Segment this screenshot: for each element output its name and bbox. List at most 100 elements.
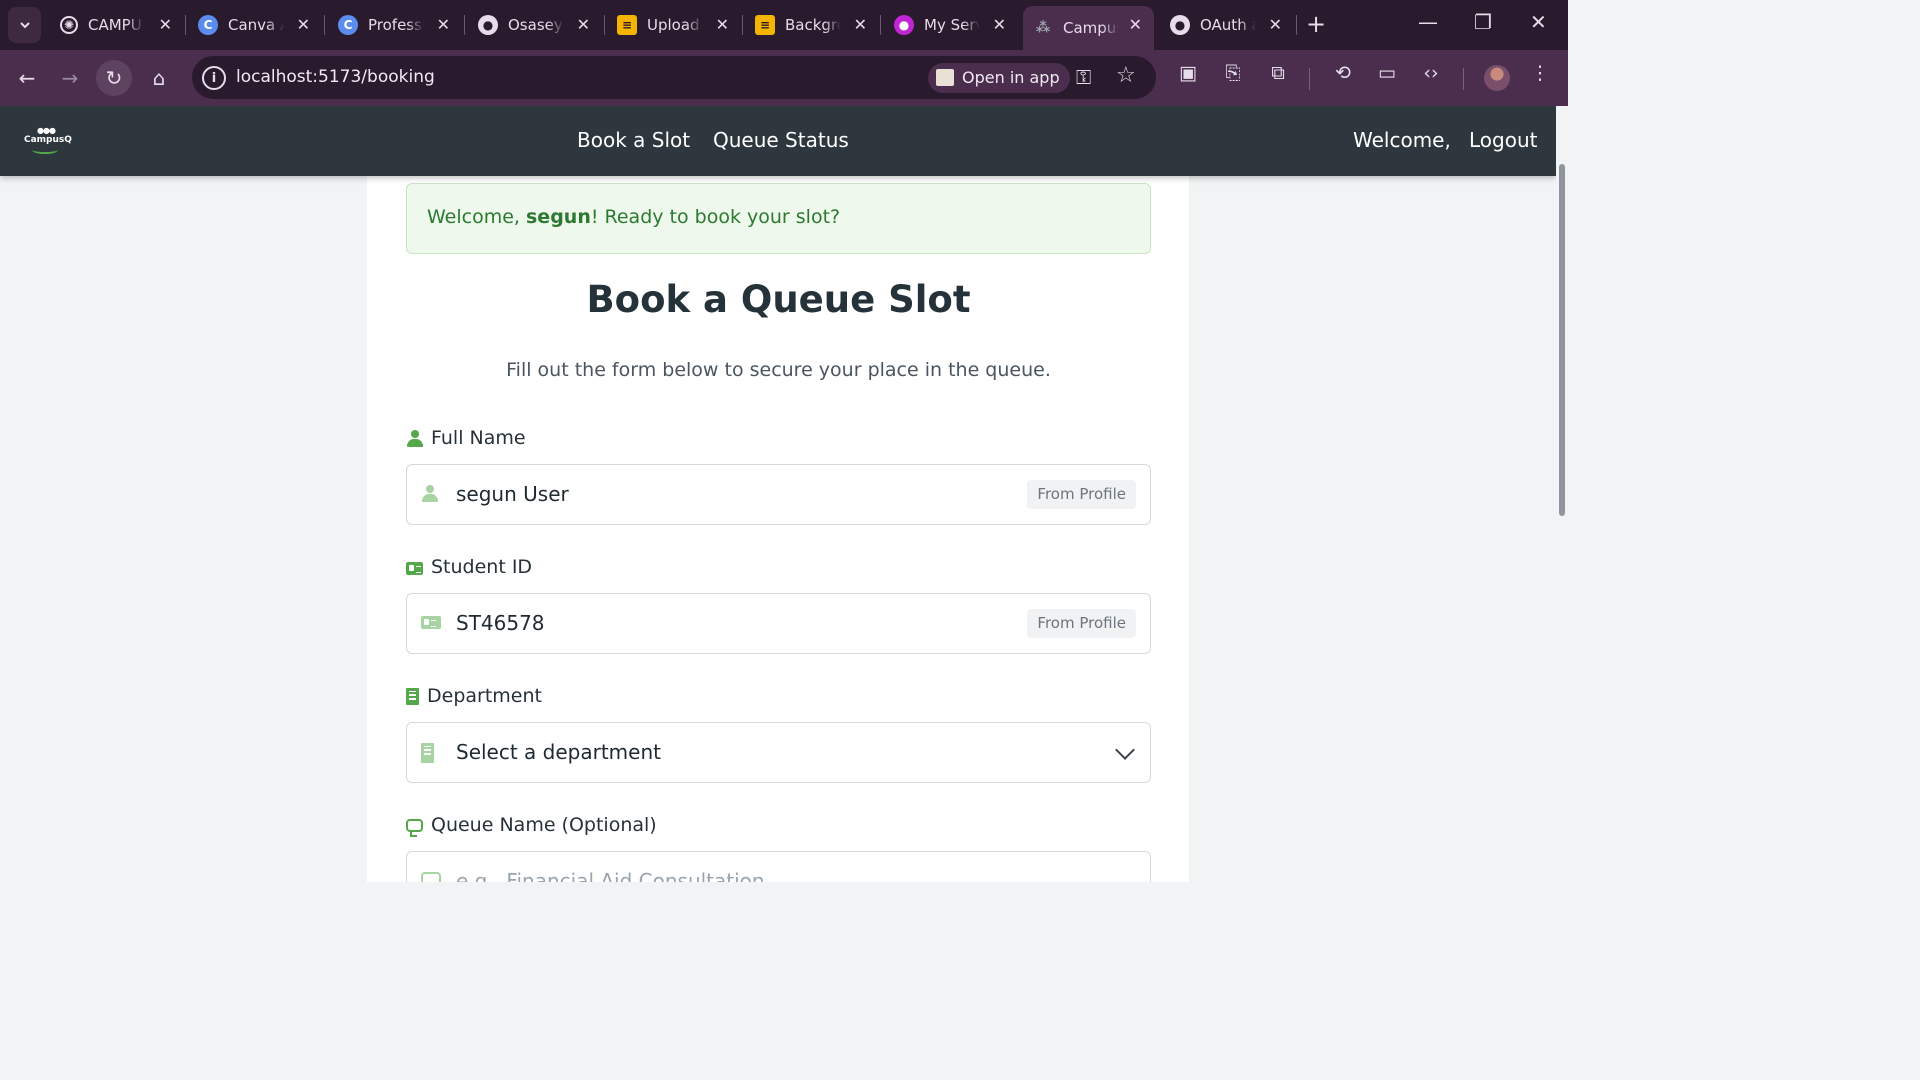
- tab-title: CAMPUS: [88, 16, 144, 34]
- nav-link-queue-status[interactable]: Queue Status: [713, 128, 849, 152]
- browser-tab[interactable]: ● OAuth app ✕: [1160, 6, 1294, 44]
- more-menu-icon[interactable]: ⋮: [1525, 62, 1555, 84]
- tab-title: Canva AI: [228, 16, 284, 34]
- queue-name-placeholder: e.g., Financial Aid Consultation: [456, 869, 765, 882]
- tab-separator: [1296, 15, 1297, 35]
- browser-tab[interactable]: C Canva AI ✕: [188, 6, 322, 44]
- queue-name-input[interactable]: e.g., Financial Aid Consultation: [406, 851, 1151, 882]
- app-window-icon: [936, 69, 954, 86]
- tab-title: Osaseye: [508, 16, 564, 34]
- tab-separator: [324, 15, 325, 35]
- extension-icon[interactable]: ▣: [1173, 62, 1203, 84]
- tab-title: Background: [785, 16, 841, 34]
- close-icon[interactable]: ✕: [716, 15, 729, 35]
- browser-tab-active[interactable]: ⁂ Campus ✕: [1023, 6, 1154, 50]
- new-tab-plus-icon[interactable]: +: [1306, 12, 1326, 36]
- back-arrow-icon[interactable]: ←: [9, 60, 45, 96]
- tab-separator: [880, 15, 881, 35]
- site-info-icon[interactable]: i: [202, 66, 226, 90]
- close-icon[interactable]: ✕: [993, 15, 1006, 35]
- building-icon: [421, 743, 434, 763]
- open-in-app-button[interactable]: Open in app: [928, 63, 1070, 93]
- home-icon[interactable]: ⌂: [141, 60, 177, 96]
- student-id-field[interactable]: ST46578 From Profile: [406, 593, 1151, 654]
- department-select[interactable]: Select a department: [406, 722, 1151, 783]
- chat-icon: [406, 818, 423, 837]
- close-icon[interactable]: ✕: [159, 15, 172, 35]
- department-label: Department: [406, 685, 542, 707]
- close-icon[interactable]: ✕: [437, 15, 450, 35]
- close-icon[interactable]: ✕: [1269, 15, 1282, 35]
- username: segun: [526, 206, 591, 228]
- address-bar[interactable]: i localhost:5173/booking Open in app ⚿ ☆: [192, 56, 1156, 99]
- tab-separator: [604, 15, 605, 35]
- close-icon[interactable]: ✕: [297, 15, 310, 35]
- canva-icon: C: [198, 15, 218, 35]
- close-icon[interactable]: ✕: [1129, 15, 1142, 35]
- browser-tab[interactable]: C Professional ✕: [328, 6, 462, 44]
- password-key-icon[interactable]: ⚿: [1076, 65, 1091, 89]
- nav-link-book-slot[interactable]: Book a Slot: [577, 128, 690, 152]
- tab-search-button[interactable]: [8, 7, 41, 43]
- browser-tab-strip: ✺ CAMPUS ✕ C Canva AI ✕ C Professional ✕…: [0, 0, 1568, 50]
- tab-title: Professional: [368, 16, 424, 34]
- canva-icon: C: [338, 15, 358, 35]
- reload-icon[interactable]: ↻: [96, 60, 132, 96]
- puzzle-icon[interactable]: ⧉: [1263, 62, 1293, 84]
- tab-title: OAuth app: [1200, 16, 1256, 34]
- page-scrollbar[interactable]: [1556, 106, 1568, 882]
- user-icon: [406, 429, 423, 447]
- id-card-icon: [421, 616, 441, 629]
- close-icon[interactable]: ✕: [854, 15, 867, 35]
- logout-link[interactable]: Logout: [1469, 128, 1537, 152]
- student-id-label: Student ID: [406, 556, 532, 578]
- profile-avatar[interactable]: [1484, 65, 1510, 91]
- tab-title: Upload: [647, 16, 700, 34]
- from-profile-badge: From Profile: [1027, 480, 1136, 509]
- github-icon: ●: [1170, 15, 1190, 35]
- page-viewport: ●●● CampusQ Book a Slot Queue Status Wel…: [0, 106, 1556, 882]
- tab-title: My Services: [924, 16, 980, 34]
- full-name-value: segun User: [456, 482, 569, 506]
- layers-icon: ≡: [755, 15, 775, 35]
- tab-separator: [742, 15, 743, 35]
- open-in-app-label: Open in app: [962, 68, 1060, 87]
- id-card-icon: [406, 561, 423, 575]
- browser-tab[interactable]: ≡ Upload ✕: [607, 6, 741, 44]
- scrollbar-thumb[interactable]: [1559, 164, 1565, 516]
- tab-separator: [185, 15, 186, 35]
- queue-name-label: Queue Name (Optional): [406, 814, 657, 837]
- department-selected-value: Select a department: [456, 740, 661, 764]
- browser-tab[interactable]: ● Osaseye ✕: [468, 6, 602, 44]
- chat-icon: [421, 872, 441, 882]
- browser-tab[interactable]: ≡ Background ✕: [745, 6, 879, 44]
- chevron-down-icon: [1115, 740, 1135, 760]
- url-text[interactable]: localhost:5173/booking: [236, 67, 435, 87]
- restore-icon[interactable]: ❐: [1474, 10, 1492, 34]
- minimize-icon[interactable]: —: [1418, 10, 1438, 34]
- people-icon: ●●●: [37, 126, 56, 135]
- browser-tab[interactable]: ✺ CAMPUS ✕: [50, 6, 184, 44]
- campusq-icon: ⁂: [1035, 20, 1051, 36]
- window-close-icon[interactable]: ✕: [1530, 10, 1547, 34]
- extension-icon[interactable]: ⎘: [1218, 62, 1248, 84]
- close-icon[interactable]: ✕: [577, 15, 590, 35]
- browser-tab[interactable]: ● My Services ✕: [884, 6, 1018, 44]
- full-name-field[interactable]: segun User From Profile: [406, 464, 1151, 525]
- code-icon[interactable]: ‹›: [1416, 62, 1446, 84]
- devices-icon[interactable]: ▭: [1372, 62, 1402, 84]
- campusq-logo[interactable]: ●●● CampusQ: [22, 126, 72, 156]
- toolbar-divider: [1463, 68, 1464, 90]
- history-icon[interactable]: ⟲: [1328, 62, 1358, 84]
- toolbar-divider: [1309, 68, 1310, 90]
- building-icon: [406, 687, 419, 705]
- forward-arrow-icon[interactable]: →: [52, 60, 88, 96]
- welcome-alert: Welcome, segun! Ready to book your slot?: [406, 183, 1151, 254]
- app-navbar: ●●● CampusQ Book a Slot Queue Status Wel…: [0, 106, 1556, 176]
- app-icon: ●: [894, 15, 914, 35]
- github-icon: ●: [478, 15, 498, 35]
- bookmark-star-icon[interactable]: ☆: [1116, 63, 1136, 88]
- tab-separator: [464, 15, 465, 35]
- page-subtitle: Fill out the form below to secure your p…: [506, 359, 1051, 381]
- browser-toolbar: ← → ↻ ⌂ i localhost:5173/booking Open in…: [0, 50, 1568, 106]
